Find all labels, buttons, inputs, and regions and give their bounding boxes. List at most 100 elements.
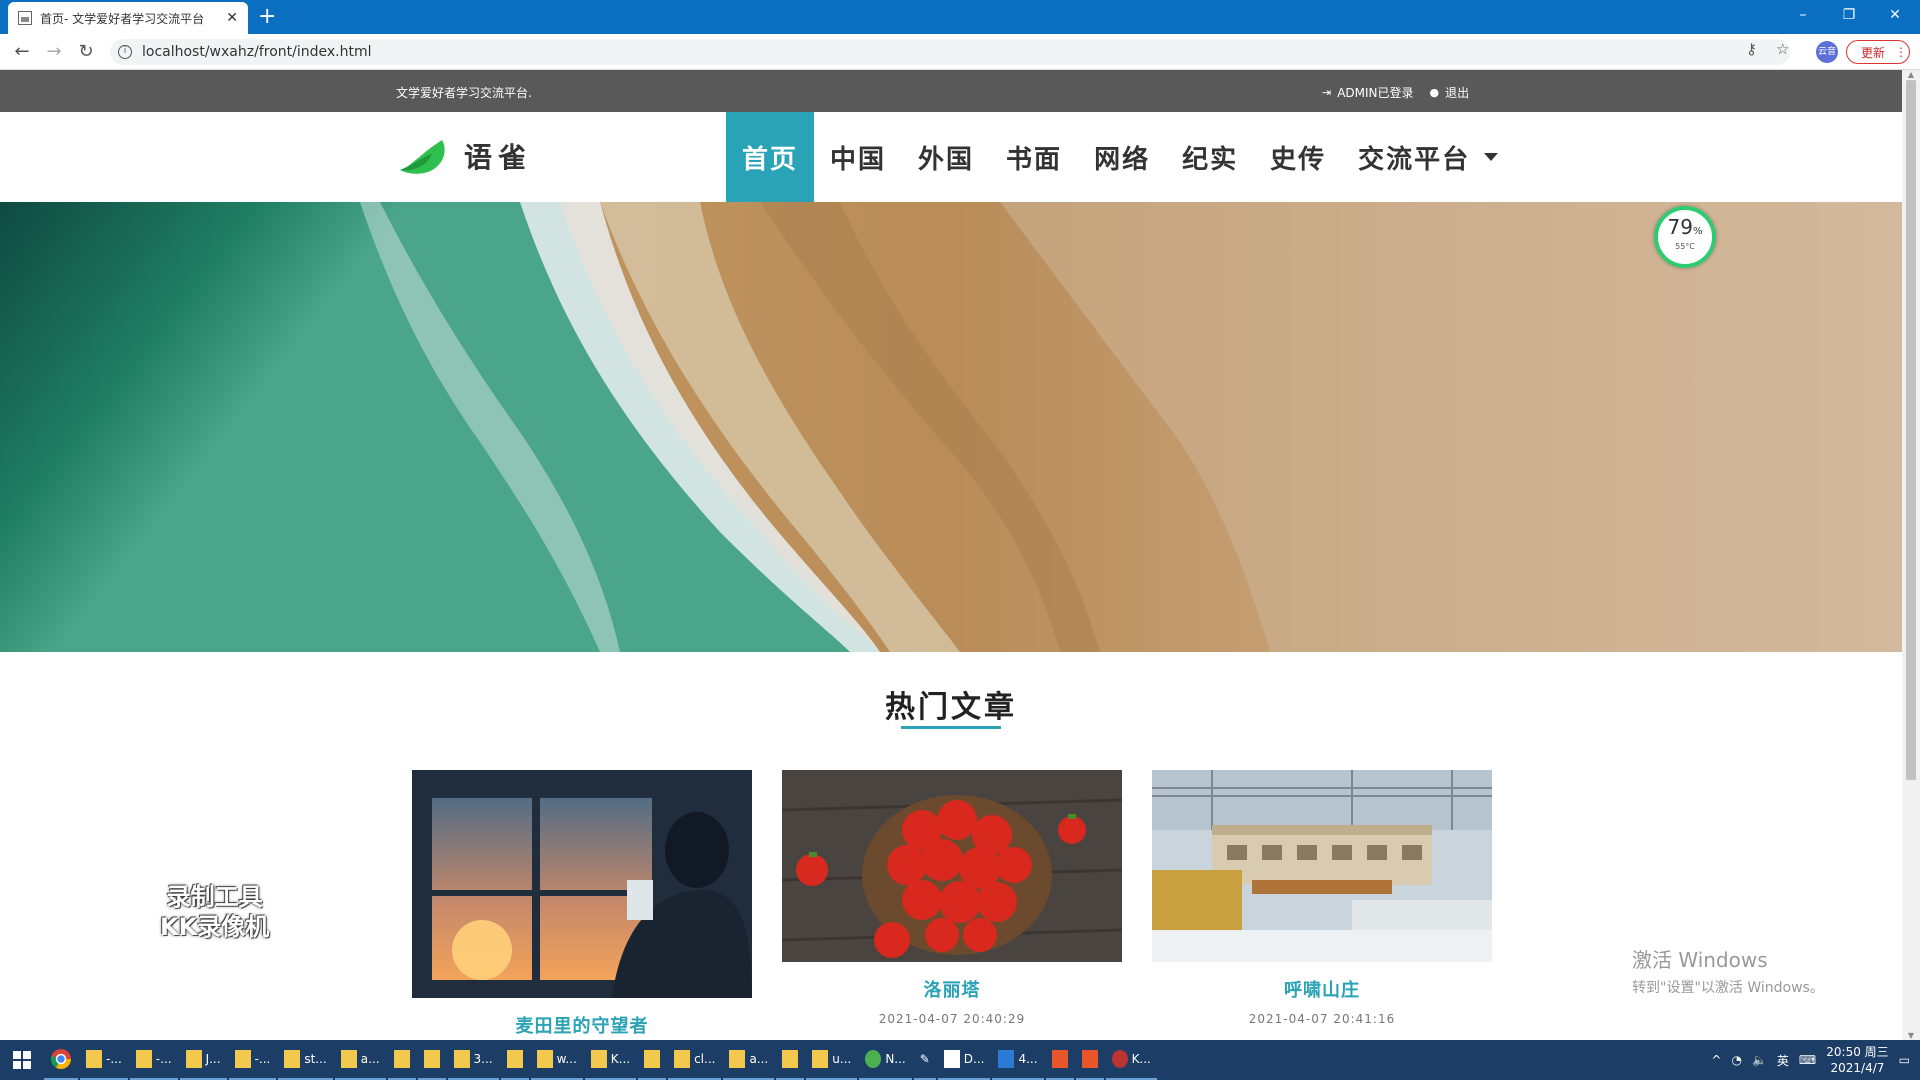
taskbar-item[interactable] [776, 1040, 805, 1080]
address-bar[interactable]: i localhost/wxahz/front/index.html [110, 39, 1790, 65]
back-icon[interactable]: ← [10, 40, 34, 64]
folder-icon [729, 1050, 746, 1068]
nav-item-history[interactable]: 史传 [1254, 112, 1342, 202]
article-image[interactable] [1152, 770, 1492, 962]
volume-icon[interactable]: 🔈 [1752, 1053, 1767, 1067]
browser-toolbar: ← → ↻ i localhost/wxahz/front/index.html… [0, 34, 1920, 70]
taskbar-item[interactable]: K... [584, 1040, 637, 1080]
reload-icon[interactable]: ↻ [74, 40, 98, 64]
scroll-up-icon[interactable]: ▲ [1902, 70, 1920, 79]
site-slogan: 文学爱好者学习交流平台. [396, 86, 532, 100]
app-icon [865, 1050, 882, 1068]
caret-down-icon [1484, 153, 1499, 161]
restore-button[interactable]: ❐ [1826, 0, 1872, 30]
tray-chevron-icon[interactable]: ^ [1711, 1053, 1721, 1067]
taskbar-item[interactable]: st... [278, 1040, 333, 1080]
update-button[interactable]: 更新 ⋮ [1846, 40, 1910, 64]
recorder-watermark: 录制工具 KK录像机 [160, 882, 269, 942]
windows-start-icon[interactable] [0, 1040, 44, 1080]
taskbar-item[interactable] [387, 1040, 416, 1080]
article-date: 2021-04-07 20:40:29 [878, 1012, 1026, 1026]
taskbar-item[interactable] [500, 1040, 529, 1080]
folder-icon [284, 1050, 301, 1068]
taskbar-item[interactable]: w... [530, 1040, 583, 1080]
logo-name: 语雀 [464, 141, 533, 174]
nav-item-written[interactable]: 书面 [990, 112, 1078, 202]
page-viewport: 文学爱好者学习交流平台. ⇥ ADMIN已登录 ● 退出 语雀 首页 中国 外国… [0, 70, 1902, 1040]
nav-item-online[interactable]: 网络 [1078, 112, 1166, 202]
section-underline [901, 726, 1001, 729]
article-image[interactable] [412, 770, 752, 998]
system-clock[interactable]: 20:50 周三 2021/4/7 [1826, 1044, 1888, 1076]
folder-icon [423, 1050, 440, 1068]
nav-item-china[interactable]: 中国 [814, 112, 902, 202]
close-window-button[interactable]: ✕ [1872, 0, 1918, 30]
taskbar-item[interactable] [1075, 1040, 1104, 1080]
article-image[interactable] [782, 770, 1122, 962]
folder-icon [453, 1050, 470, 1068]
notification-icon[interactable]: ▭ [1899, 1053, 1910, 1067]
taskbar-item[interactable]: -... [129, 1040, 178, 1080]
taskbar-chrome-icon[interactable] [44, 1040, 78, 1080]
update-label: 更新 [1861, 45, 1886, 60]
taskbar-item[interactable]: ✎ [913, 1040, 936, 1080]
pen-icon: ✎ [919, 1052, 930, 1066]
login-status[interactable]: ⇥ ADMIN已登录 [1322, 84, 1414, 101]
nav-item-forum[interactable]: 交流平台 [1342, 112, 1514, 202]
app-icon [1051, 1050, 1068, 1068]
minimize-button[interactable]: – [1780, 0, 1826, 30]
article-title[interactable]: 呼啸山庄 [1152, 976, 1492, 1002]
tab-close-icon[interactable]: ✕ [226, 10, 238, 26]
scroll-down-icon[interactable]: ▼ [1902, 1031, 1920, 1040]
taskbar-item[interactable]: cl... [668, 1040, 722, 1080]
article-card[interactable]: 洛丽塔 2021-04-07 20:40:29 [782, 770, 1122, 1026]
site-info-icon[interactable]: i [118, 45, 132, 59]
page-favicon-icon [18, 11, 32, 25]
folder-icon [185, 1050, 202, 1068]
keyboard-icon[interactable]: ⌨ [1799, 1053, 1816, 1067]
site-logo[interactable]: 语雀 [398, 136, 532, 176]
folder-icon [135, 1050, 152, 1068]
taskbar-item[interactable]: J... [179, 1040, 227, 1080]
url-text: localhost/wxahz/front/index.html [142, 44, 372, 60]
logout-link[interactable]: ● 退出 [1430, 84, 1470, 101]
taskbar-item[interactable]: K... [1105, 1040, 1157, 1080]
cpu-usage-gauge[interactable]: 79% 55°C [1654, 206, 1716, 268]
article-title[interactable]: 洛丽塔 [782, 976, 1122, 1002]
taskbar-item[interactable]: u... [806, 1040, 858, 1080]
folder-icon [536, 1050, 553, 1068]
taskbar-item[interactable]: D... [937, 1040, 991, 1080]
profile-avatar[interactable]: 云音 [1816, 41, 1838, 63]
taskbar-item[interactable] [1045, 1040, 1074, 1080]
windows-taskbar: -... -... J... -... st... a... 3... w...… [0, 1040, 1920, 1080]
hero-banner [0, 202, 1902, 652]
new-tab-button[interactable]: + [258, 4, 276, 30]
nav-item-documentary[interactable]: 纪实 [1166, 112, 1254, 202]
section-title: 热门文章 [885, 690, 1017, 725]
ime-indicator[interactable]: 英 [1777, 1052, 1789, 1069]
nav-item-home[interactable]: 首页 [726, 112, 815, 202]
recorder-line2: KK录像机 [160, 913, 270, 941]
forward-icon[interactable]: → [42, 40, 66, 64]
taskbar-item[interactable]: N... [859, 1040, 912, 1080]
article-title[interactable]: 麦田里的守望者 [412, 1012, 752, 1038]
nav-item-foreign[interactable]: 外国 [902, 112, 990, 202]
taskbar-item[interactable]: 3... [447, 1040, 499, 1080]
taskbar-item[interactable]: -... [80, 1040, 128, 1080]
taskbar-item[interactable]: a... [723, 1040, 775, 1080]
taskbar-item[interactable] [638, 1040, 667, 1080]
network-icon[interactable]: ◔ [1731, 1053, 1741, 1067]
page-scrollbar[interactable]: ▲ ▼ [1902, 70, 1920, 1040]
scrollbar-thumb[interactable] [1906, 80, 1916, 780]
article-card[interactable]: 麦田里的守望者 [412, 770, 752, 1038]
article-card[interactable]: 呼啸山庄 2021-04-07 20:41:16 [1152, 770, 1492, 1026]
taskbar-item[interactable]: 4... [992, 1040, 1044, 1080]
taskbar-item[interactable]: -... [228, 1040, 277, 1080]
key-icon[interactable]: ⚷ [1746, 40, 1757, 58]
browser-tab[interactable]: 首页- 文学爱好者学习交流平台 ✕ [8, 2, 248, 34]
folder-icon [86, 1050, 102, 1068]
person-window-image [412, 770, 752, 998]
taskbar-item[interactable] [417, 1040, 446, 1080]
bookmark-star-icon[interactable]: ☆ [1776, 40, 1789, 58]
taskbar-item[interactable]: a... [334, 1040, 386, 1080]
